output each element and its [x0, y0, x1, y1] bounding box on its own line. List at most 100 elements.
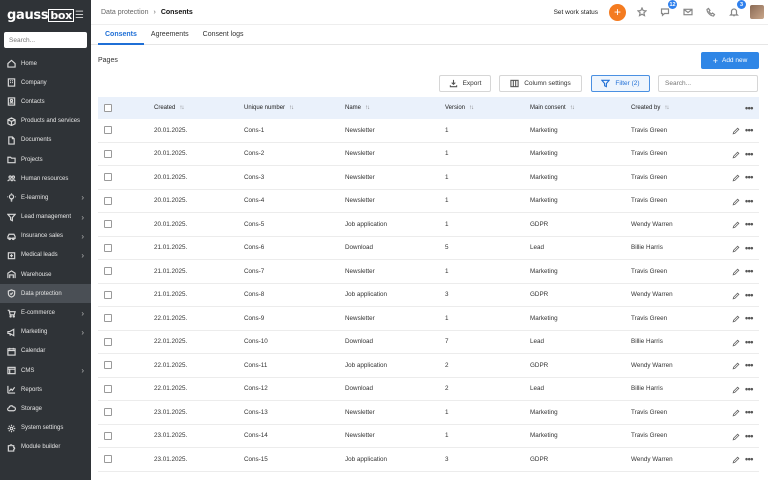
table-row[interactable]: 23.01.2025. Cons-13 Newsletter 1 Marketing Tr… — [98, 401, 759, 425]
logo[interactable]: gauss box — [7, 8, 74, 23]
chevron-right-icon[interactable]: › — [81, 251, 84, 260]
row-more-icon[interactable]: ••• — [745, 266, 753, 276]
edit-icon[interactable] — [732, 174, 740, 184]
sidebar-item-projects[interactable]: Projects — [0, 150, 91, 169]
row-more-icon[interactable]: ••• — [745, 360, 753, 370]
table-row[interactable]: 22.01.2025. Cons-12 Download 2 Lead Billie Ha… — [98, 378, 759, 401]
sidebar-item-products-and-services[interactable]: Products and services — [0, 112, 91, 131]
bell-icon[interactable]: 3 — [727, 0, 746, 19]
row-checkbox[interactable] — [104, 314, 112, 323]
table-row[interactable]: 21.01.2025. Cons-6 Download 5 Lead Billie Har… — [98, 237, 759, 260]
column-header-created[interactable]: Created ↑↓ — [154, 105, 184, 111]
edit-icon[interactable] — [732, 362, 740, 372]
quick-add-button[interactable]: + — [609, 3, 626, 21]
row-more-icon[interactable]: ••• — [745, 219, 753, 229]
sidebar-item-data-protection[interactable]: Data protection — [0, 284, 91, 304]
column-header-name[interactable]: Name ↑↓ — [345, 105, 370, 111]
row-checkbox[interactable] — [104, 384, 112, 393]
sidebar-item-insurance-sales[interactable]: Insurance sales › — [0, 227, 91, 246]
table-row[interactable]: 23.01.2025. Cons-14 Newsletter 1 Marketing Tr… — [98, 425, 759, 448]
table-search[interactable] — [658, 75, 758, 92]
column-settings-button[interactable]: Column settings — [499, 75, 582, 92]
column-header-created-by[interactable]: Created by ↑↓ — [631, 105, 669, 111]
row-checkbox[interactable] — [104, 361, 112, 370]
tab-consent-logs[interactable]: Consent logs — [196, 25, 251, 44]
user-avatar[interactable] — [750, 5, 764, 19]
row-checkbox[interactable] — [104, 173, 112, 182]
tab-consents[interactable]: Consents — [98, 25, 144, 45]
sidebar-item-human-resources[interactable]: Human resources — [0, 169, 91, 188]
edit-icon[interactable] — [732, 315, 740, 325]
row-more-icon[interactable]: ••• — [745, 290, 753, 300]
sidebar-item-lead-management[interactable]: Lead management › — [0, 208, 91, 227]
sidebar-item-e-commerce[interactable]: E-commerce › — [0, 303, 91, 322]
sidebar-item-storage[interactable]: Storage — [0, 399, 91, 418]
filter-button[interactable]: Filter (2) — [591, 75, 650, 92]
table-row[interactable]: 22.01.2025. Cons-10 Download 7 Lead Billie Ha… — [98, 331, 759, 354]
sidebar-item-documents[interactable]: Documents — [0, 131, 91, 150]
chevron-right-icon[interactable]: › — [81, 232, 84, 241]
row-more-icon[interactable]: ••• — [745, 407, 753, 417]
table-row[interactable]: 21.01.2025. Cons-7 Newsletter 1 Marketing Tra… — [98, 260, 759, 284]
row-more-icon[interactable]: ••• — [745, 384, 753, 394]
edit-icon[interactable] — [732, 409, 740, 419]
chevron-right-icon[interactable]: › — [81, 193, 84, 202]
select-all-checkbox[interactable] — [104, 104, 112, 112]
sidebar-item-cms[interactable]: CMS › — [0, 361, 91, 380]
edit-icon[interactable] — [732, 198, 740, 208]
table-row[interactable]: 20.01.2025. Cons-1 Newsletter 1 Marketing Tra… — [98, 119, 759, 143]
row-checkbox[interactable] — [104, 290, 112, 299]
chevron-right-icon[interactable]: › — [81, 328, 84, 337]
edit-icon[interactable] — [732, 339, 740, 349]
phone-icon[interactable] — [704, 5, 718, 19]
row-checkbox[interactable] — [104, 149, 112, 158]
sort-icon[interactable]: ↑↓ — [570, 105, 575, 111]
mail-icon[interactable] — [681, 5, 695, 19]
sidebar-item-module-builder[interactable]: Module builder — [0, 438, 91, 457]
row-checkbox[interactable] — [104, 431, 112, 440]
edit-icon[interactable] — [732, 433, 740, 443]
table-row[interactable]: 23.01.2025. Cons-15 Job application 3 GDPR We… — [98, 448, 759, 472]
edit-icon[interactable] — [732, 151, 740, 161]
edit-icon[interactable] — [732, 292, 740, 302]
row-checkbox[interactable] — [104, 243, 112, 252]
sort-icon[interactable]: ↑↓ — [469, 105, 474, 111]
row-more-icon[interactable]: ••• — [745, 431, 753, 441]
sidebar-item-medical-leads[interactable]: Medical leads › — [0, 246, 91, 265]
column-header-version[interactable]: Version ↑↓ — [445, 105, 474, 111]
column-header-unique-number[interactable]: Unique number ↑↓ — [244, 105, 294, 111]
sort-icon[interactable]: ↑↓ — [179, 105, 184, 111]
table-options-icon[interactable]: ••• — [745, 103, 753, 113]
chevron-right-icon[interactable]: › — [81, 366, 84, 375]
sidebar-search-input[interactable] — [9, 36, 82, 44]
edit-icon[interactable] — [732, 268, 740, 278]
table-row[interactable]: 20.01.2025. Cons-5 Job application 1 GDPR Wen… — [98, 213, 759, 237]
row-checkbox[interactable] — [104, 126, 112, 135]
table-search-input[interactable] — [665, 80, 757, 87]
export-button[interactable]: Export — [439, 75, 491, 92]
sidebar-search[interactable] — [4, 32, 87, 48]
table-row[interactable]: 20.01.2025. Cons-2 Newsletter 1 Marketing Tra… — [98, 143, 759, 166]
chat-icon[interactable]: 12 — [658, 0, 677, 19]
row-checkbox[interactable] — [104, 196, 112, 205]
sidebar-item-contacts[interactable]: Contacts — [0, 92, 91, 111]
edit-icon[interactable] — [732, 245, 740, 255]
star-icon[interactable] — [635, 5, 649, 19]
sidebar-item-e-learning[interactable]: E-learning › — [0, 188, 91, 207]
sidebar-item-calendar[interactable]: Calendar — [0, 342, 91, 361]
edit-icon[interactable] — [732, 386, 740, 396]
sort-icon[interactable]: ↑↓ — [289, 105, 294, 111]
row-checkbox[interactable] — [104, 408, 112, 417]
table-row[interactable]: 20.01.2025. Cons-4 Newsletter 1 Marketing Tra… — [98, 190, 759, 213]
sidebar-item-system-settings[interactable]: System settings — [0, 419, 91, 438]
row-checkbox[interactable] — [104, 455, 112, 464]
row-more-icon[interactable]: ••• — [745, 172, 753, 182]
chevron-right-icon[interactable]: › — [81, 309, 84, 318]
sidebar-item-warehouse[interactable]: Warehouse — [0, 265, 91, 284]
sort-icon[interactable]: ↑↓ — [365, 105, 370, 111]
table-row[interactable]: 21.01.2025. Cons-8 Job application 3 GDPR Wen… — [98, 284, 759, 307]
edit-icon[interactable] — [732, 127, 740, 137]
table-row[interactable]: 20.01.2025. Cons-3 Newsletter 1 Marketing Tra… — [98, 166, 759, 190]
row-more-icon[interactable]: ••• — [745, 243, 753, 253]
sidebar-item-marketing[interactable]: Marketing › — [0, 323, 91, 342]
